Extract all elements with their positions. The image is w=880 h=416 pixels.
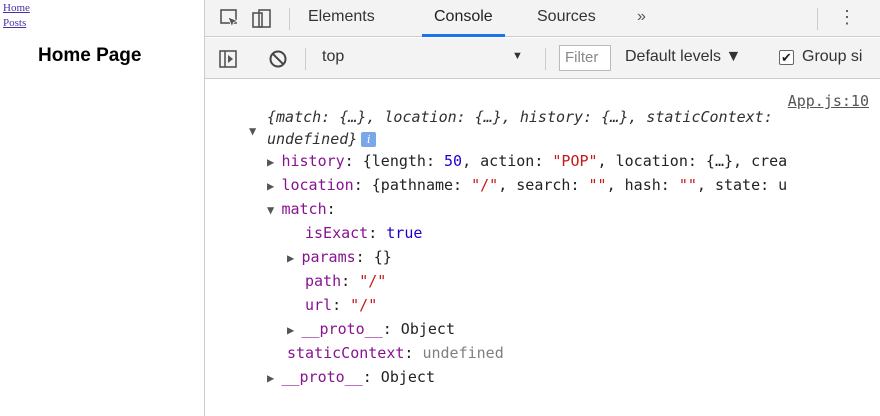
collapse-triangle-icon: ▶ (267, 155, 282, 169)
path-row: path: "/" (305, 272, 387, 290)
log-summary-line-2[interactable]: undefined} i (267, 128, 377, 150)
console-toolbar: top ▼ Filter Default levels ▼ ✔ Group si (205, 38, 880, 79)
nav-link-home[interactable]: Home (3, 2, 30, 14)
group-similar-label: Group si (802, 48, 863, 65)
log-levels-dropdown[interactable]: Default levels ▼ (625, 48, 741, 66)
device-toolbar-icon[interactable] (251, 8, 273, 30)
nav-link-posts[interactable]: Posts (3, 17, 26, 29)
clear-console-icon[interactable] (267, 48, 289, 70)
collapse-triangle-icon: ▶ (267, 179, 282, 193)
toolbar-divider-2 (545, 48, 546, 70)
more-options-icon[interactable]: ⋮ (838, 4, 856, 30)
toolbar-divider (305, 48, 306, 70)
params-row[interactable]: ▶ params: {} (287, 246, 392, 269)
match-row[interactable]: ▼ match: (267, 198, 336, 221)
devtools-tab-bar: Elements Console Sources » ⋮ (205, 0, 880, 37)
tab-console[interactable]: Console (422, 0, 505, 37)
devtools-panel: Elements Console Sources » ⋮ top ▼ Filte… (204, 0, 880, 416)
more-tabs-button[interactable]: » (637, 0, 646, 37)
location-row[interactable]: ▶ location: {pathname: "/", search: "", … (267, 174, 787, 197)
tab-divider (289, 8, 290, 30)
context-selector[interactable]: top (322, 48, 344, 66)
log-summary-line-1[interactable]: {match: {…}, location: {…}, history: {…}… (267, 106, 773, 128)
sidebar-toggle-icon[interactable] (217, 48, 239, 70)
app-page: Home Posts Home Page (0, 0, 204, 416)
proto-row[interactable]: ▶ __proto__: Object (267, 366, 435, 389)
isexact-row: isExact: true (305, 224, 423, 242)
url-row: url: "/" (305, 296, 378, 314)
context-dropdown-icon[interactable]: ▼ (512, 50, 523, 62)
collapse-triangle-icon: ▶ (287, 251, 302, 265)
collapse-triangle-icon: ▶ (287, 323, 302, 337)
tab-divider-right (817, 8, 818, 30)
info-icon[interactable]: i (361, 132, 377, 147)
history-row[interactable]: ▶ history: {length: 50, action: "POP", l… (267, 150, 787, 173)
expand-triangle-icon: ▼ (267, 203, 282, 217)
match-proto-row[interactable]: ▶ __proto__: Object (287, 318, 455, 341)
console-output: App.js:10 {match: {…}, location: {…}, hi… (205, 80, 880, 416)
static-context-row: staticContext: undefined (287, 344, 504, 362)
filter-input[interactable]: Filter (559, 45, 611, 71)
page-heading: Home Page (38, 45, 142, 66)
tab-elements[interactable]: Elements (308, 0, 375, 37)
group-similar-checkbox[interactable]: ✔ (779, 50, 794, 65)
collapse-triangle-icon: ▶ (267, 371, 282, 385)
source-link[interactable]: App.js:10 (788, 92, 869, 110)
tab-sources[interactable]: Sources (537, 0, 596, 37)
expand-triangle-icon[interactable]: ▼ (249, 120, 256, 142)
inspect-element-icon[interactable] (219, 8, 241, 30)
